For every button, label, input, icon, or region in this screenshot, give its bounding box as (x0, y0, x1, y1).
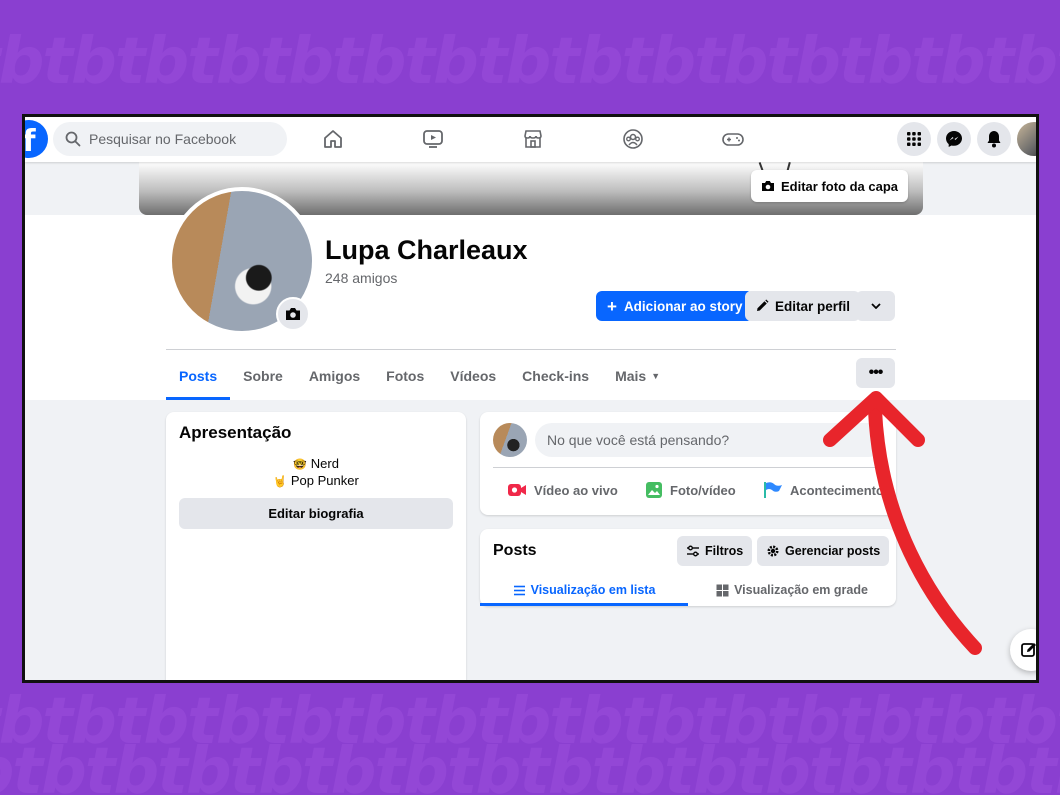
list-view-tab[interactable]: Visualização em lista (480, 574, 688, 606)
live-video-icon (508, 484, 526, 496)
filters-icon (687, 545, 699, 557)
live-video-button[interactable]: Vídeo ao vivo (507, 474, 618, 506)
tab-more-label: Mais (615, 368, 647, 384)
list-icon (513, 585, 525, 595)
facebook-logo[interactable]: f (25, 120, 48, 158)
tab-about-label: Sobre (243, 368, 283, 384)
nerd-emoji-icon: 🤓 (293, 459, 307, 471)
tab-posts[interactable]: Posts (166, 352, 231, 400)
menu-grid-icon[interactable] (897, 122, 931, 156)
photo-video-button[interactable]: Foto/vídeo (645, 474, 736, 506)
header-divider (166, 349, 896, 350)
posts-title: Posts (493, 542, 537, 559)
new-message-button[interactable] (1010, 629, 1036, 671)
manage-posts-label: Gerenciar posts (785, 544, 881, 558)
tab-about[interactable]: Sobre (230, 352, 296, 400)
tab-videos[interactable]: Vídeos (437, 352, 509, 400)
search-bar[interactable] (53, 122, 287, 156)
post-composer: No que você está pensando? Vídeo ao vivo… (480, 412, 896, 515)
intro-line-nerd-text: Nerd (310, 456, 339, 471)
compose-icon (1021, 643, 1036, 657)
top-navigation: f (25, 117, 1036, 162)
intro-title: Apresentação (179, 423, 292, 442)
tab-friends-label: Amigos (308, 368, 361, 384)
filters-label: Filtros (705, 544, 744, 558)
photo-video-label: Foto/vídeo (670, 482, 736, 498)
account-avatar[interactable] (1017, 122, 1036, 156)
search-icon (65, 131, 81, 147)
add-to-story-label: Adicionar ao story (623, 298, 743, 314)
tab-posts-label: Posts (179, 368, 218, 384)
add-to-story-button[interactable]: + Adicionar ao story (596, 291, 754, 321)
profile-name: Lupa Charleaux (325, 235, 528, 265)
edit-cover-label: Editar foto da capa (781, 178, 899, 194)
tab-videos-label: Vídeos (450, 368, 497, 384)
messenger-icon[interactable] (937, 122, 971, 156)
composer-divider (493, 467, 883, 468)
caret-down-icon: ▼ (651, 371, 661, 381)
tab-photos[interactable]: Fotos (373, 352, 437, 400)
rock-hand-icon: 🤘 (273, 476, 287, 488)
plus-icon: + (607, 296, 617, 316)
update-picture-camera-icon[interactable] (276, 297, 310, 331)
more-options-button[interactable]: ••• (856, 358, 895, 388)
home-icon[interactable] (319, 125, 347, 153)
camera-icon (762, 181, 774, 191)
composer-avatar[interactable] (493, 423, 527, 457)
list-view-label: Visualização em lista (530, 583, 656, 597)
pencil-icon (757, 299, 769, 311)
posts-card: Posts Filtros Gerenciar posts Visualizaç… (480, 529, 896, 606)
edit-profile-button[interactable]: Editar perfil (745, 291, 861, 321)
edit-bio-label: Editar biografia (268, 506, 364, 521)
edit-bio-button[interactable]: Editar biografia (179, 498, 453, 529)
grid-view-label: Visualização em grade (734, 583, 868, 597)
tab-checkins-label: Check-ins (522, 368, 590, 384)
gear-icon (767, 545, 779, 557)
search-input[interactable] (87, 130, 271, 148)
intro-line-punk: 🤘 Pop Punker (166, 473, 466, 488)
flag-icon (764, 482, 782, 498)
friends-count[interactable]: 248 amigos (325, 270, 397, 286)
live-video-label: Vídeo ao vivo (534, 482, 618, 498)
marketplace-icon[interactable] (519, 125, 547, 153)
intro-card: Apresentação 🤓 Nerd 🤘 Pop Punker Editar bi… (166, 412, 466, 680)
gaming-icon[interactable] (719, 125, 747, 153)
grid-view-tab[interactable]: Visualização em grade (688, 574, 896, 606)
notifications-icon[interactable] (977, 122, 1011, 156)
life-event-button[interactable]: Acontecimento (763, 474, 884, 506)
watch-icon[interactable] (419, 125, 447, 153)
tab-checkins[interactable]: Check-ins (509, 352, 602, 400)
profile-tabs: Posts Sobre Amigos Fotos Vídeos Check-in… (166, 352, 673, 400)
intro-line-nerd: 🤓 Nerd (166, 456, 466, 471)
photo-icon (646, 482, 662, 498)
intro-line-punk-text: Pop Punker (290, 473, 359, 488)
filters-button[interactable]: Filtros (677, 536, 753, 566)
composer-input[interactable]: No que você está pensando? (535, 423, 885, 457)
tab-more[interactable]: Mais ▼ (602, 352, 673, 400)
edit-profile-label: Editar perfil (775, 298, 851, 314)
groups-icon[interactable] (619, 125, 647, 153)
tab-photos-label: Fotos (386, 368, 425, 384)
manage-posts-button[interactable]: Gerenciar posts (757, 536, 890, 566)
browser-screenshot: f Pesquisar no Facebook Editar foto da c… (22, 114, 1039, 683)
composer-placeholder: No que você está pensando? (547, 432, 730, 448)
grid-icon (716, 584, 729, 596)
chevron-down-icon (870, 303, 881, 309)
tab-friends[interactable]: Amigos (296, 352, 373, 400)
life-event-label: Acontecimento (790, 482, 884, 498)
edit-cover-button[interactable]: Editar foto da capa (751, 170, 909, 202)
profile-options-dropdown[interactable] (856, 291, 895, 321)
ellipsis-icon: ••• (868, 364, 884, 381)
